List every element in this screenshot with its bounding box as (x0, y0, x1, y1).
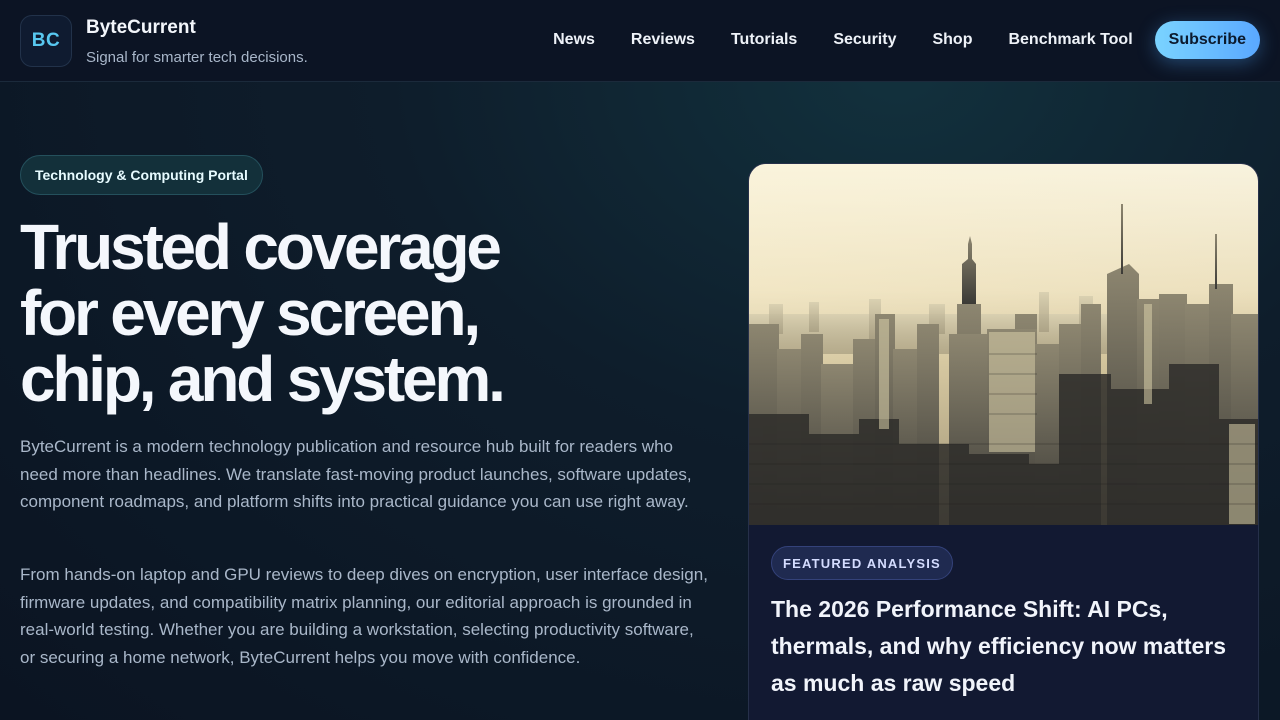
nav-reviews[interactable]: Reviews (631, 31, 695, 49)
featured-title[interactable]: The 2026 Performance Shift: AI PCs, ther… (771, 591, 1241, 702)
intro-paragraph: ByteCurrent is a modern technology publi… (20, 437, 692, 512)
nav-benchmark-tool[interactable]: Benchmark Tool (1008, 31, 1132, 49)
hero-title-line-3: chip, and system. (20, 343, 506, 415)
section-pill: Technology & Computing Portal (20, 155, 263, 195)
approach-paragraph: From hands-on laptop and GPU reviews to … (20, 565, 708, 667)
hero-title-line-1: Trusted coverage (20, 211, 502, 283)
hero-title: Trusted coverage for every screen, chip,… (20, 214, 580, 412)
featured-badge: FEATURED ANALYSIS (771, 546, 953, 580)
hero-title-line-2: for every screen, (20, 277, 481, 349)
subscribe-button[interactable]: Subscribe (1154, 21, 1260, 59)
nav-security[interactable]: Security (833, 31, 896, 49)
logo-badge[interactable]: BC (20, 15, 72, 67)
featured-card[interactable]: FEATURED ANALYSIS The 2026 Performance S… (748, 163, 1259, 720)
brand-name[interactable]: ByteCurrent (86, 17, 196, 39)
city-skyline-image (749, 164, 1258, 525)
nav-shop[interactable]: Shop (932, 31, 972, 49)
main-nav: News Reviews Tutorials Security Shop Ben… (553, 21, 1260, 59)
site-header: BC ByteCurrent Signal for smarter tech d… (0, 0, 1280, 82)
brand-tagline: Signal for smarter tech decisions. (86, 49, 308, 66)
nav-tutorials[interactable]: Tutorials (731, 31, 797, 49)
nav-news[interactable]: News (553, 31, 595, 49)
